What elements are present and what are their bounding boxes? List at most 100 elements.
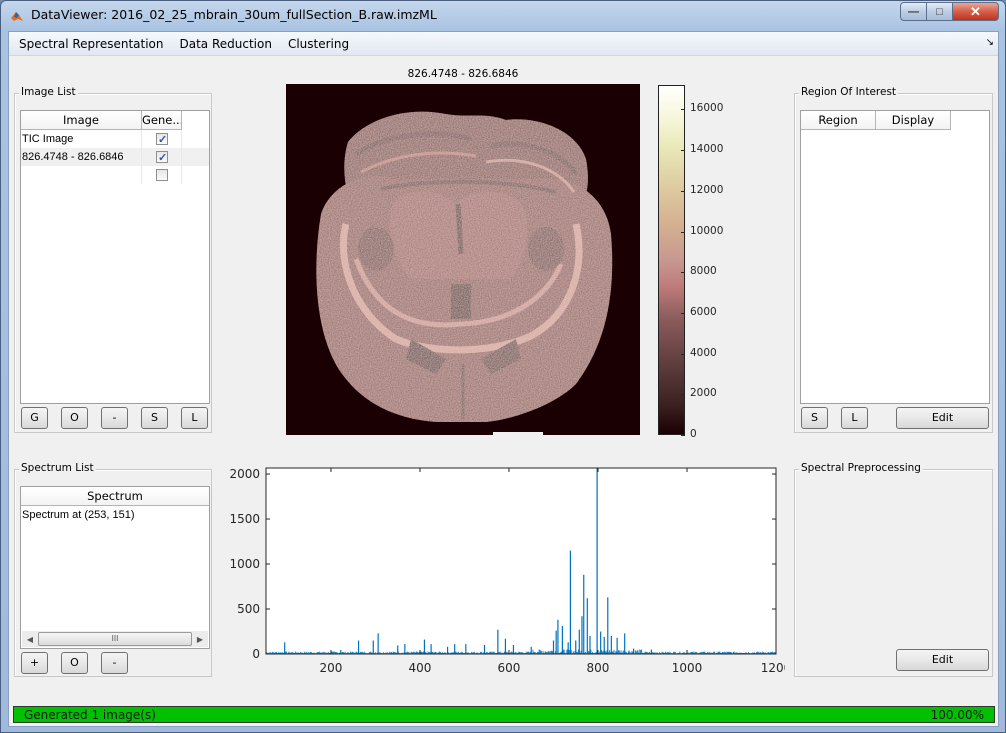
spectrum-list-table[interactable]: Spectrum Spectrum at (253, 151) ◀ III ▶ — [20, 486, 210, 649]
generate-image-button[interactable]: G — [21, 407, 48, 429]
column-header-region[interactable]: Region — [801, 111, 876, 130]
x-tick-label: 1000 — [672, 661, 703, 675]
status-message: Generated 1 image(s) — [24, 708, 156, 722]
edit-preprocessing-button[interactable]: Edit — [896, 649, 989, 671]
remove-spectrum-button[interactable]: - — [101, 652, 128, 674]
menu-clustering[interactable]: Clustering — [280, 32, 357, 56]
colorbar — [658, 85, 685, 435]
open-image-button[interactable]: O — [61, 407, 88, 429]
y-tick-label: 2000 — [229, 467, 260, 481]
image-name-cell[interactable]: 826.4748 - 826.6846 — [21, 148, 142, 166]
maximize-button[interactable]: □ — [927, 2, 953, 21]
spectrum-name-cell[interactable]: Spectrum at (253, 151) — [21, 506, 209, 524]
add-spectrum-button[interactable]: + — [21, 652, 48, 674]
x-tick-label: 200 — [320, 661, 343, 675]
y-tick-label: 1500 — [229, 512, 260, 526]
spectrum-list-panel: Spectrum List Spectrum Spectrum at (253,… — [14, 462, 212, 677]
colorbar-tick-label: 16000 — [690, 102, 724, 115]
horizontal-scrollbar[interactable]: ◀ III ▶ — [22, 631, 208, 647]
x-tick-label: 400 — [409, 661, 432, 675]
colorbar-tick-mark — [681, 272, 685, 274]
save-roi-button[interactable]: S — [801, 407, 828, 429]
image-name-cell[interactable] — [21, 166, 142, 184]
table-row[interactable]: Spectrum at (253, 151) — [21, 506, 209, 524]
open-spectrum-button[interactable]: O — [61, 652, 88, 674]
generated-cell — [142, 130, 182, 148]
spectrum-plot[interactable]: 200 400 600 800 1000 1200 0 500 1000 1500 2000 — [215, 462, 785, 682]
image-title: 826.4748 - 826.6846 — [407, 68, 519, 80]
client-area: Spectral Representation Data Reduction C… — [8, 31, 999, 727]
region-of-interest-panel: Region Of Interest Region Display S L Ed… — [794, 86, 993, 433]
generated-cell — [142, 148, 182, 166]
title-bar[interactable]: DataViewer: 2016_02_25_mbrain_30um_fullS… — [1, 1, 1005, 29]
toolbar-expand-icon[interactable]: ↘ — [986, 37, 994, 48]
scroll-right-icon[interactable]: ▶ — [192, 635, 208, 644]
colorbar-tick-label: 10000 — [690, 224, 724, 237]
close-icon: ✕ — [970, 3, 981, 19]
colorbar-tick-label: 2000 — [690, 387, 717, 400]
image-list-label: Image List — [19, 86, 78, 98]
save-image-button[interactable]: S — [141, 407, 168, 429]
colorbar-tick-mark — [681, 150, 685, 152]
generated-checkbox[interactable] — [156, 169, 168, 181]
y-tick-label: 500 — [237, 602, 260, 616]
roi-table[interactable]: Region Display — [800, 110, 990, 404]
spectrum-list-label: Spectrum List — [19, 462, 96, 474]
colorbar-tick-mark — [681, 353, 685, 355]
colorbar-tick-label: 8000 — [690, 265, 717, 278]
spectral-preprocessing-panel: Spectral Preprocessing Edit — [794, 462, 993, 677]
brain-section-image — [316, 111, 613, 435]
scroll-left-icon[interactable]: ◀ — [22, 635, 38, 644]
load-image-button[interactable]: L — [181, 407, 208, 429]
generated-checkbox[interactable] — [156, 149, 168, 166]
column-header-generated[interactable]: Gene... — [142, 111, 182, 130]
ms-image-canvas[interactable] — [286, 84, 640, 435]
progress-bar: Generated 1 image(s) 100.00% — [13, 706, 995, 723]
colorbar-tick-label: 0 — [690, 428, 697, 440]
x-tick-label: 800 — [587, 661, 610, 675]
region-of-interest-label: Region Of Interest — [799, 86, 899, 98]
x-tick-label: 1200 — [761, 661, 785, 675]
y-tick-label: 0 — [252, 647, 260, 661]
table-row[interactable] — [21, 166, 209, 184]
y-tick-label: 1000 — [229, 557, 260, 571]
colorbar-tick-label: 4000 — [690, 346, 717, 359]
progress-percent: 100.00% — [930, 708, 984, 722]
edit-roi-button[interactable]: Edit — [896, 407, 989, 429]
matlab-logo-icon — [11, 12, 23, 21]
colorbar-tick-mark — [681, 312, 685, 314]
close-button[interactable]: ✕ — [953, 2, 999, 21]
colorbar-tick-mark — [681, 190, 685, 192]
menu-spectral-representation[interactable]: Spectral Representation — [11, 32, 172, 56]
remove-image-button[interactable]: - — [101, 407, 128, 429]
minimize-button[interactable]: — — [900, 2, 927, 21]
minimize-icon: — — [908, 5, 919, 18]
column-header-display[interactable]: Display — [876, 111, 951, 130]
image-list-table[interactable]: Image Gene... TIC Image 826.4748 - 826.6… — [20, 110, 210, 404]
colorbar-tick-mark — [681, 109, 685, 111]
table-row[interactable]: TIC Image — [21, 130, 209, 148]
column-header-image[interactable]: Image — [21, 111, 142, 130]
generated-cell — [142, 166, 182, 184]
plot-area — [266, 468, 776, 654]
colorbar-tick-mark — [681, 435, 685, 436]
menu-data-reduction[interactable]: Data Reduction — [172, 32, 280, 56]
x-tick-label: 600 — [498, 661, 521, 675]
generated-checkbox[interactable] — [156, 131, 168, 148]
table-row[interactable]: 826.4748 - 826.6846 — [21, 148, 209, 166]
app-window: DataViewer: 2016_02_25_mbrain_30um_fullS… — [0, 0, 1006, 733]
colorbar-tick-label: 12000 — [690, 183, 724, 196]
colorbar-tick-mark — [681, 394, 685, 396]
image-name-cell[interactable]: TIC Image — [21, 130, 142, 148]
load-roi-button[interactable]: L — [841, 407, 868, 429]
column-header-spectrum[interactable]: Spectrum — [21, 487, 209, 506]
maximize-icon: □ — [936, 5, 943, 18]
colorbar-tick-mark — [681, 231, 685, 233]
image-list-panel: Image List Image Gene... TIC Image 826.4… — [14, 86, 212, 433]
spectral-preprocessing-label: Spectral Preprocessing — [799, 462, 923, 474]
scrollbar-thumb[interactable]: III — [38, 632, 192, 646]
colorbar-tick-label: 6000 — [690, 305, 717, 318]
colorbar-tick-label: 14000 — [690, 143, 724, 156]
window-title: DataViewer: 2016_02_25_mbrain_30um_fullS… — [31, 7, 437, 22]
menu-bar: Spectral Representation Data Reduction C… — [9, 32, 998, 56]
